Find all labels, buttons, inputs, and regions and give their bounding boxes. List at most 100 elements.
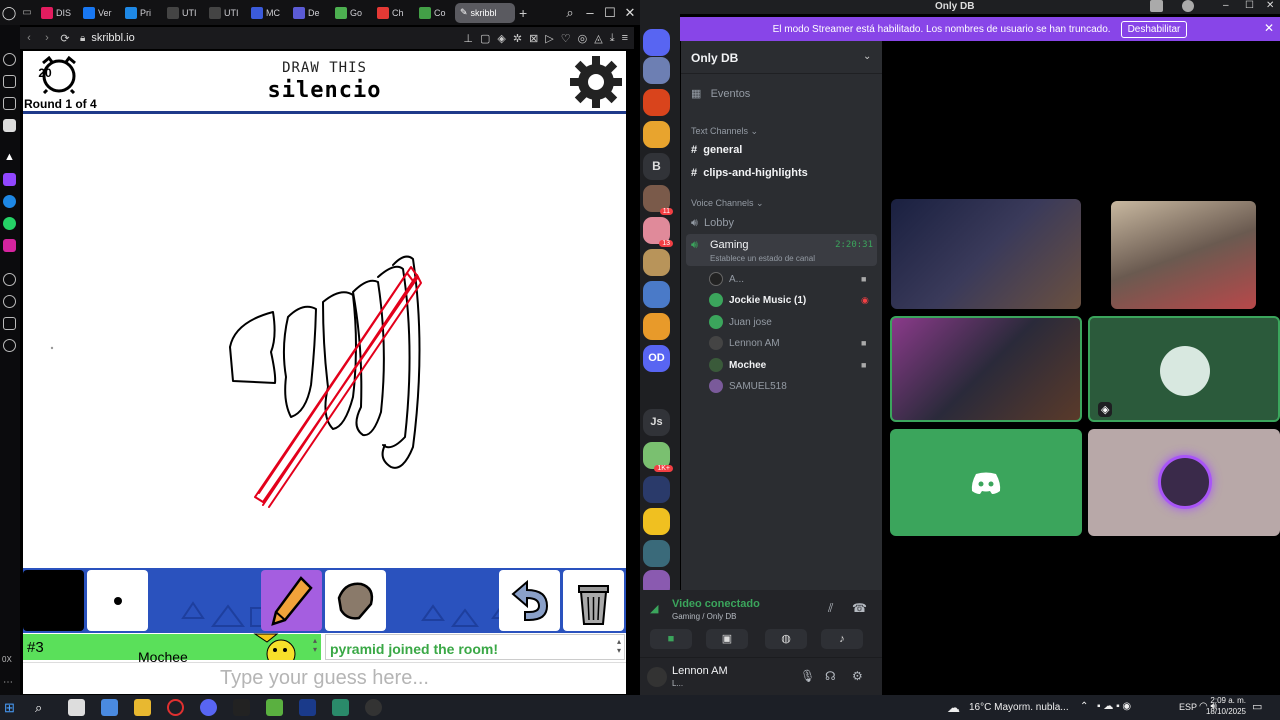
more-icon[interactable]: ⋯ [3, 677, 16, 690]
color-swatch-black[interactable] [23, 570, 84, 631]
clock-time[interactable]: 2:09 a. m. [1200, 696, 1246, 705]
voice-channel-gaming[interactable]: 🔊︎ Gaming 2:20:31 Establece un estado de… [686, 234, 877, 266]
opera-logo-icon[interactable]: ◯ [0, 5, 18, 21]
browser-tab[interactable]: UTI [162, 3, 203, 23]
shield-icon[interactable]: ◈ [497, 32, 505, 45]
voice-status[interactable]: Video conectado [672, 598, 760, 610]
chat-scroll-icon[interactable]: ▴ ▾ [617, 637, 621, 655]
search-icon[interactable]: ⌕ [35, 699, 52, 716]
text-channels-header[interactable]: Text Channels ⌄ [691, 126, 758, 137]
translate-icon[interactable]: ✲ [513, 32, 522, 45]
voice-channel-lobby[interactable]: 🔊︎ Lobby [691, 217, 734, 230]
menu-icon[interactable]: ≡ [622, 32, 628, 45]
channel-clips-and-highlights[interactable]: # clips-and-highlights [691, 167, 808, 179]
weather-icon[interactable]: ☁︎ [947, 700, 960, 716]
voice-user[interactable]: Jockie Music (1) [709, 293, 806, 307]
app-icon[interactable] [332, 699, 349, 716]
gx-control-icon[interactable] [3, 75, 16, 88]
dismiss-banner-icon[interactable]: ✕ [1264, 21, 1274, 35]
signal-icon[interactable]: ◢ [650, 602, 658, 615]
new-tab-button[interactable]: + [519, 5, 527, 21]
voice-user[interactable]: Mochee [709, 358, 766, 372]
discord-taskbar-icon[interactable] [200, 699, 217, 716]
file-explorer-icon[interactable] [134, 699, 151, 716]
app-icon[interactable] [299, 699, 316, 716]
browser-tab[interactable]: Ch [372, 3, 413, 23]
snapshot-camera-icon[interactable]: ◎ [578, 32, 588, 45]
participant-video[interactable] [1111, 201, 1256, 309]
server-icon[interactable]: 1K+ [643, 442, 673, 472]
server-icon[interactable] [643, 249, 670, 276]
participant-video-speaking[interactable] [890, 316, 1082, 422]
forward-icon[interactable]: › [38, 32, 56, 44]
opera-gx-icon[interactable] [167, 699, 184, 716]
server-icon[interactable] [643, 281, 670, 308]
browser-tab[interactable]: MC [246, 3, 287, 23]
voice-user[interactable]: A... [709, 272, 744, 286]
server-icon[interactable] [643, 313, 670, 340]
instagram-icon[interactable] [3, 239, 16, 252]
participant-tile[interactable]: ◈ [1088, 316, 1280, 422]
clock-date[interactable]: 18/10/2025 [1200, 707, 1246, 716]
tray-icons[interactable]: ▪ ☁︎ ▪ ◉ [1097, 701, 1131, 712]
mic-icon[interactable]: 🎙︎ [800, 669, 815, 683]
browser-tab[interactable]: Ver [78, 3, 119, 23]
voice-location[interactable]: Gaming / Only DB [672, 612, 736, 621]
channel-general[interactable]: # general [691, 144, 742, 156]
voice-user[interactable]: Lennon AM [709, 336, 780, 350]
twitch-icon[interactable] [3, 173, 16, 186]
server-js[interactable]: Js [643, 409, 670, 436]
gear-icon[interactable] [569, 55, 623, 109]
brush-size-button[interactable] [87, 570, 148, 631]
server-icon[interactable] [643, 57, 670, 84]
browser-tab[interactable]: De [288, 3, 329, 23]
undo-button[interactable] [499, 570, 560, 631]
clear-button[interactable] [563, 570, 624, 631]
send-icon[interactable]: ▷ [545, 32, 553, 45]
noise-suppression-icon[interactable]: ⫽ [828, 601, 833, 616]
help-icon[interactable] [1182, 0, 1194, 12]
guess-input[interactable] [23, 662, 626, 694]
discord-home-icon[interactable] [643, 29, 670, 56]
vpn-icon[interactable]: ⊠ [529, 32, 538, 45]
server-icon[interactable] [643, 508, 670, 535]
reload-icon[interactable]: ⟳ [56, 32, 74, 45]
extensions-icon[interactable] [3, 119, 16, 132]
voice-user[interactable]: Juan jose [709, 315, 772, 329]
download-icon[interactable]: ⤓ [610, 32, 615, 45]
headphones-icon[interactable]: ☊ [825, 669, 836, 683]
account-icon[interactable]: ◬ [594, 32, 602, 45]
user-avatar[interactable] [647, 667, 667, 687]
epic-games-icon[interactable] [233, 699, 250, 716]
browser-tab[interactable]: Go [330, 3, 371, 23]
voice-user[interactable]: SAMUEL518 [709, 379, 787, 393]
whatsapp-icon[interactable] [3, 217, 16, 230]
close-icon[interactable]: ✕ [620, 5, 640, 21]
voice-channels-header[interactable]: Voice Channels ⌄ [691, 198, 764, 209]
snapshot-icon[interactable]: ▢ [480, 32, 490, 45]
search-tabs-icon[interactable]: ⌕ [560, 5, 580, 21]
server-icon[interactable]: 13 [643, 217, 673, 247]
gx-corner-icon[interactable] [3, 97, 16, 110]
events-item[interactable]: ▦ Eventos [691, 87, 750, 100]
drawing-canvas[interactable] [23, 117, 626, 568]
browser-tab[interactable]: Pri [120, 3, 161, 23]
browser-tab[interactable]: UTI [204, 3, 245, 23]
discord-minimize-icon[interactable]: – [1223, 0, 1229, 11]
server-letter-b[interactable]: B [643, 153, 670, 180]
screen-share-button[interactable]: ▣ [706, 629, 748, 649]
messenger-icon[interactable] [3, 195, 16, 208]
server-icon[interactable]: 11 [643, 185, 673, 215]
copilot-icon[interactable] [101, 699, 118, 716]
bookmark-heart-icon[interactable]: ♡ [561, 32, 571, 45]
cube-icon[interactable] [3, 317, 16, 330]
participant-video[interactable] [891, 199, 1081, 309]
weather-text[interactable]: 16°C Mayorm. nubla... [969, 702, 1069, 713]
pin-icon[interactable]: ⊥ [463, 32, 473, 45]
app-icon[interactable] [365, 699, 382, 716]
pencil-tool-button[interactable] [261, 570, 322, 631]
minecraft-icon[interactable] [266, 699, 283, 716]
store-icon[interactable] [68, 699, 85, 716]
language-indicator[interactable]: ESP [1179, 702, 1197, 712]
camera-button[interactable]: ■ [650, 629, 692, 649]
